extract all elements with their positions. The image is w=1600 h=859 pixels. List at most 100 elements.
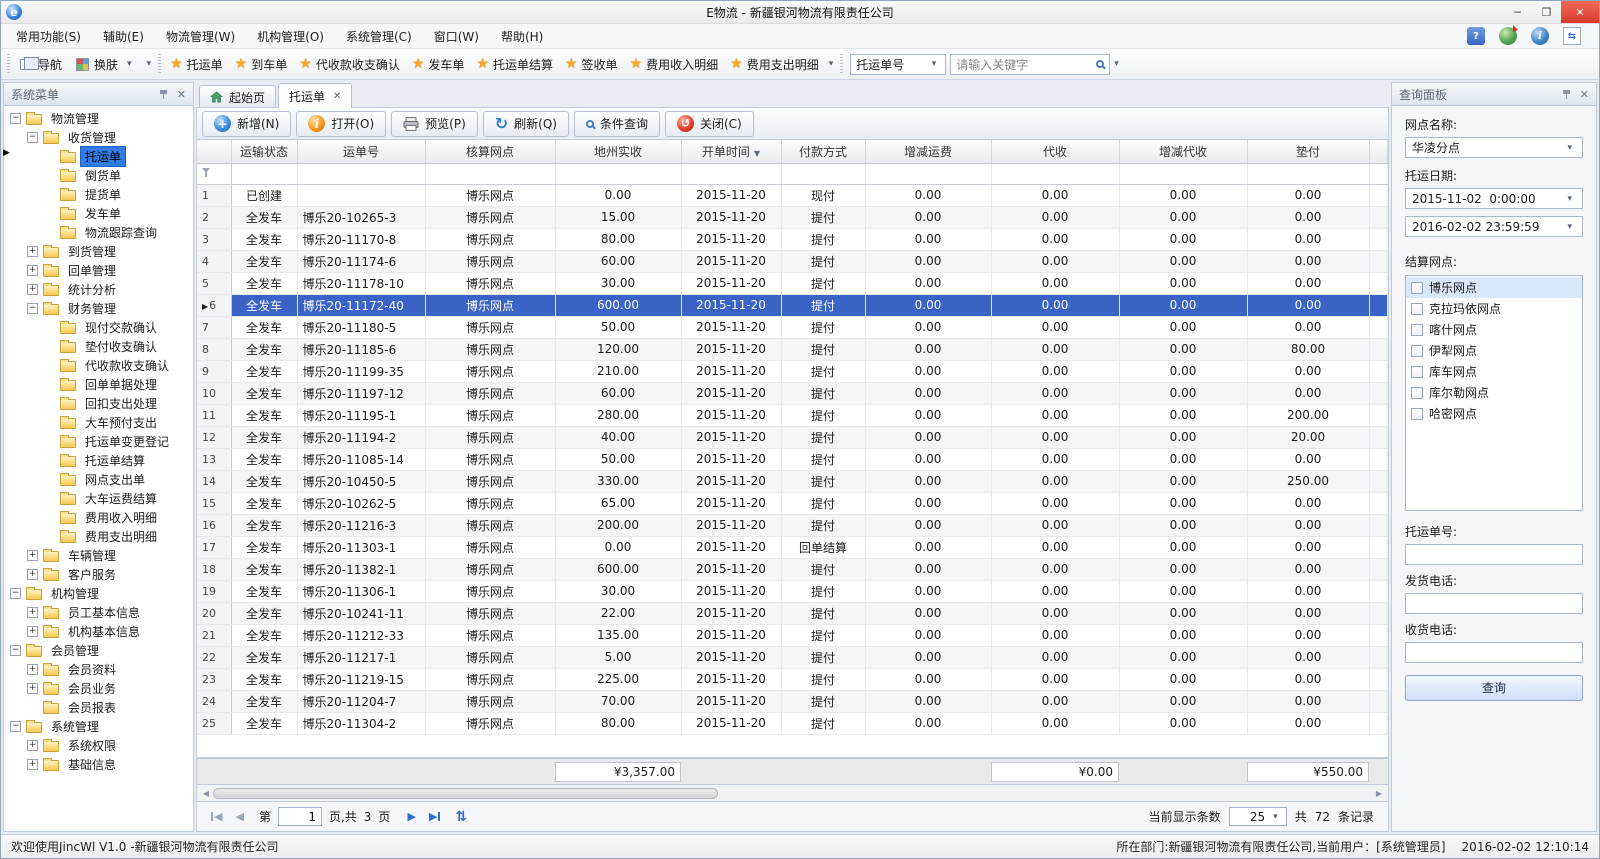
table-row[interactable]: 5全发车博乐20-11178-10博乐网点30.002015-11-20提付0.… — [197, 272, 1388, 294]
keyword-search-input[interactable]: 请输入关键字 — [950, 54, 1110, 75]
filter-cell[interactable] — [231, 163, 297, 184]
favorite-签收单[interactable]: ★签收单 — [559, 53, 624, 76]
globe-icon[interactable] — [1499, 27, 1517, 45]
settle-option-喀什网点[interactable]: 喀什网点 — [1406, 319, 1582, 340]
action-button-新增(N)[interactable]: +新增(N) — [202, 111, 291, 137]
menu-item-物流管理(W)[interactable]: 物流管理(W) — [155, 24, 246, 49]
sidebar-item-发车单[interactable]: 发车单 — [10, 204, 193, 223]
sidebar-item-会员资料[interactable]: +会员资料 — [10, 660, 193, 679]
scroll-right-icon[interactable]: ▶ — [1372, 789, 1386, 798]
sidebar-item-费用支出明细[interactable]: 费用支出明细 — [10, 527, 193, 546]
sidebar-item-回扣支出处理[interactable]: 回扣支出处理 — [10, 394, 193, 413]
expand-icon[interactable]: + — [27, 284, 38, 295]
table-row[interactable]: 20全发车博乐20-10241-11博乐网点22.002015-11-20提付0… — [197, 602, 1388, 624]
filter-cell[interactable] — [991, 163, 1119, 184]
table-row[interactable]: ▶6全发车博乐20-11172-40博乐网点600.002015-11-20提付… — [197, 294, 1388, 316]
table-row[interactable]: 12全发车博乐20-11194-2博乐网点40.002015-11-20提付0.… — [197, 426, 1388, 448]
column-header-核算网点[interactable]: 核算网点 — [425, 140, 555, 163]
table-row[interactable]: 11全发车博乐20-11195-1博乐网点280.002015-11-20提付0… — [197, 404, 1388, 426]
action-button-关闭(C)[interactable]: ↺关闭(C) — [665, 111, 754, 137]
favorite-费用支出明细[interactable]: ★费用支出明细 — [724, 53, 825, 76]
pin-icon[interactable] — [159, 89, 168, 100]
column-header-垫付[interactable]: 垫付 — [1247, 140, 1369, 163]
expand-icon[interactable]: + — [27, 664, 38, 675]
reload-page-icon[interactable]: ⇅ — [455, 809, 467, 825]
search-field-select[interactable]: 托运单号 ▾ — [850, 54, 946, 75]
navigation-button[interactable]: 导航 — [13, 53, 69, 76]
expand-icon[interactable]: + — [27, 607, 38, 618]
collapse-icon[interactable]: − — [27, 132, 38, 143]
sidebar-item-员工基本信息[interactable]: +员工基本信息 — [10, 603, 193, 622]
expand-icon[interactable]: + — [27, 626, 38, 637]
table-row[interactable]: 8全发车博乐20-11185-6博乐网点120.002015-11-20提付0.… — [197, 338, 1388, 360]
scrollbar-thumb[interactable] — [213, 788, 718, 799]
settle-option-博乐网点[interactable]: 博乐网点 — [1406, 277, 1582, 298]
table-row[interactable]: 9全发车博乐20-11199-35博乐网点210.002015-11-20提付0… — [197, 360, 1388, 382]
checkbox-icon[interactable] — [1411, 303, 1423, 315]
sidebar-item-到货管理[interactable]: +到货管理 — [10, 242, 193, 261]
sidebar-item-物流管理[interactable]: −物流管理 — [10, 109, 193, 128]
expand-icon[interactable]: + — [27, 550, 38, 561]
sender-phone-input[interactable] — [1405, 593, 1583, 614]
favorite-托运单结算[interactable]: ★托运单结算 — [470, 53, 559, 76]
sidebar-item-现付交款确认[interactable]: 现付交款确认 — [10, 318, 193, 337]
sidebar-item-物流跟踪查询[interactable]: 物流跟踪查询 — [10, 223, 193, 242]
maximize-button[interactable]: ❐ — [1532, 1, 1561, 23]
page-number-input[interactable] — [278, 807, 322, 826]
filter-cell[interactable] — [1119, 163, 1247, 184]
settle-option-哈密网点[interactable]: 哈密网点 — [1406, 403, 1582, 424]
table-row[interactable]: 14全发车博乐20-10450-5博乐网点330.002015-11-20提付0… — [197, 470, 1388, 492]
toolbar-overflow-button[interactable]: ▾ — [143, 57, 156, 71]
table-row[interactable]: 3全发车博乐20-11170-8博乐网点80.002015-11-20提付0.0… — [197, 228, 1388, 250]
sidebar-item-托运单结算[interactable]: 托运单结算 — [10, 451, 193, 470]
sidebar-item-会员报表[interactable]: 会员报表 — [10, 698, 193, 717]
checkbox-icon[interactable] — [1411, 366, 1423, 378]
sidebar-item-机构基本信息[interactable]: +机构基本信息 — [10, 622, 193, 641]
filter-cell[interactable] — [297, 163, 425, 184]
expand-icon[interactable]: + — [27, 683, 38, 694]
pin-icon[interactable] — [1562, 89, 1571, 100]
sidebar-item-基础信息[interactable]: +基础信息 — [10, 755, 193, 774]
minimize-button[interactable]: ─ — [1503, 1, 1532, 23]
action-button-打开(O)[interactable]: i打开(O) — [296, 111, 386, 137]
close-icon[interactable]: ✕ — [177, 89, 186, 100]
next-page-button[interactable]: ▶ — [407, 810, 415, 823]
close-icon[interactable]: ✕ — [1580, 89, 1589, 100]
sidebar-item-回单单据处理[interactable]: 回单单据处理 — [10, 375, 193, 394]
table-row[interactable]: 24全发车博乐20-11204-7博乐网点70.002015-11-20提付0.… — [197, 690, 1388, 712]
sidebar-item-费用收入明细[interactable]: 费用收入明细 — [10, 508, 193, 527]
sidebar-item-收货管理[interactable]: −收货管理 — [10, 128, 193, 147]
toolbar-grip[interactable] — [7, 54, 10, 74]
tab-close-icon[interactable]: ✕ — [333, 91, 341, 102]
favorite-托运单[interactable]: ★托运单 — [164, 53, 229, 76]
filter-cell[interactable] — [681, 163, 781, 184]
action-button-预览(P)[interactable]: 预览(P) — [391, 111, 478, 137]
checkbox-icon[interactable] — [1411, 345, 1423, 357]
checkbox-icon[interactable] — [1411, 282, 1423, 294]
query-button[interactable]: 查询 — [1405, 675, 1583, 701]
column-header-地州实收[interactable]: 地州实收 — [555, 140, 681, 163]
menu-item-常用功能(S)[interactable]: 常用功能(S) — [5, 24, 92, 49]
favorite-费用收入明细[interactable]: ★费用收入明细 — [624, 53, 725, 76]
column-header-付款方式[interactable]: 付款方式 — [781, 140, 865, 163]
menu-item-窗口(W)[interactable]: 窗口(W) — [423, 24, 490, 49]
collapse-icon[interactable]: − — [27, 303, 38, 314]
sidebar-item-车辆管理[interactable]: +车辆管理 — [10, 546, 193, 565]
menu-item-辅助(E)[interactable]: 辅助(E) — [92, 24, 155, 49]
sidebar-item-大车预付支出[interactable]: 大车预付支出 — [10, 413, 193, 432]
filter-cell[interactable] — [865, 163, 991, 184]
column-header-开单时间[interactable]: 开单时间▼ — [681, 140, 781, 163]
table-row[interactable]: 16全发车博乐20-11216-3博乐网点200.002015-11-20提付0… — [197, 514, 1388, 536]
menu-item-帮助(H)[interactable]: 帮助(H) — [490, 24, 554, 49]
sidebar-item-机构管理[interactable]: −机构管理 — [10, 584, 193, 603]
filter-cell[interactable] — [781, 163, 865, 184]
waybill-no-input[interactable] — [1405, 544, 1583, 565]
sidebar-item-网点支出单[interactable]: 网点支出单 — [10, 470, 193, 489]
column-header-代收[interactable]: 代收 — [991, 140, 1119, 163]
settle-option-伊犁网点[interactable]: 伊犁网点 — [1406, 340, 1582, 361]
sidebar-item-会员管理[interactable]: −会员管理 — [10, 641, 193, 660]
checkbox-icon[interactable] — [1411, 408, 1423, 420]
table-row[interactable]: 10全发车博乐20-11197-12博乐网点60.002015-11-20提付0… — [197, 382, 1388, 404]
page-size-select[interactable]: 25 ▾ — [1229, 807, 1287, 826]
first-page-button[interactable]: ◀ — [211, 810, 222, 823]
